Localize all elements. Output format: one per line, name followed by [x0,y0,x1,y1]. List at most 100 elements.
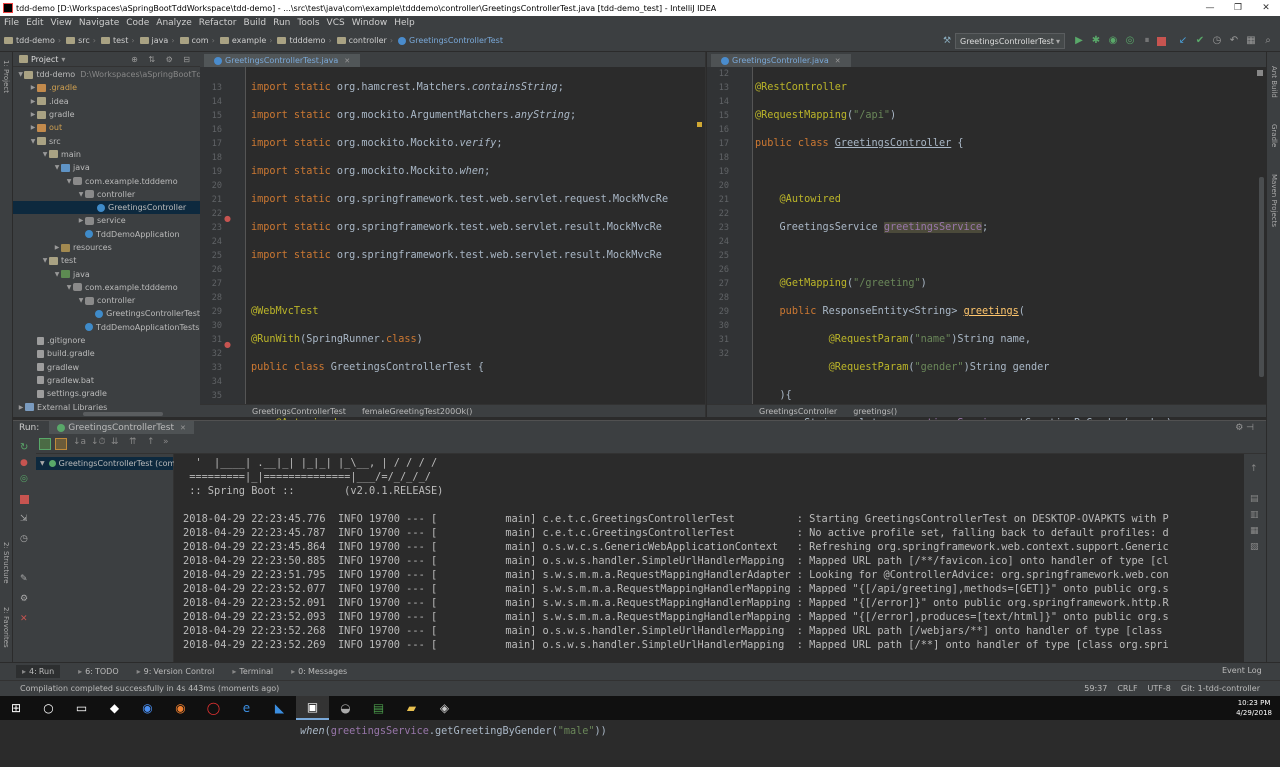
chrome-icon[interactable]: ◉ [131,696,164,720]
search-everywhere-icon[interactable]: ⌕ [1262,35,1274,47]
menu-item-file[interactable]: File [4,18,19,28]
project-tool-tab[interactable]: 1: Project [2,60,10,93]
tree-item-settings-gradle[interactable]: settings.gradle [13,387,200,400]
rerun-icon[interactable]: ↻ [20,442,28,453]
tree-item-gradlew-bat[interactable]: gradlew.bat [13,374,200,387]
breadcrumb-item[interactable]: java › [139,36,175,45]
line-separator[interactable]: CRLF [1117,684,1137,693]
menu-item-edit[interactable]: Edit [26,18,43,28]
cursor-position[interactable]: 59:37 [1084,684,1107,693]
sort-alpha-icon[interactable]: ↓a [73,437,86,447]
tree-item-out[interactable]: ▶ out [13,121,200,134]
git-branch[interactable]: Git: 1-tdd-controller [1181,684,1260,693]
menu-item-window[interactable]: Window [352,18,388,28]
edge-icon[interactable]: e [230,696,263,720]
menu-item-view[interactable]: View [51,18,72,28]
breadcrumb-item[interactable]: controller › [336,36,393,45]
breadcrumb-class[interactable]: GreetingsController [759,407,837,416]
notepad-icon[interactable]: ▤ [362,696,395,720]
file-explorer-icon[interactable]: ▰ [395,696,428,720]
test-result-item[interactable]: ▼ GreetingsControllerTest (com.e [36,457,183,471]
import-icon[interactable]: ◷ [20,534,28,544]
debug-icon[interactable]: ✱ [1090,35,1102,47]
maximize-button[interactable]: ❐ [1224,3,1252,13]
close-icon[interactable]: ✕ [835,57,841,65]
tree-item-tdddemoapplicationtests[interactable]: TddDemoApplicationTests [13,321,200,334]
tree-item-com-example-tdddemo[interactable]: ▼ com.example.tdddemo [13,174,200,187]
vcs-update-icon[interactable]: ↙ [1177,35,1189,47]
previous-icon[interactable]: ↑ [147,437,155,447]
tree-item--gitignore[interactable]: .gitignore [13,334,200,347]
chevron-down-icon[interactable]: ▼ [53,164,61,171]
coverage-icon[interactable]: ◉ [1107,35,1119,47]
favorites-tool-tab[interactable]: 2: Favorites [2,607,10,648]
layout-icon[interactable]: ⚙ [20,594,28,604]
tab-greetings-controller-test[interactable]: GreetingsControllerTest.java ✕ [204,54,361,67]
close-icon[interactable]: ✕ [344,57,350,65]
history-icon[interactable]: ◷ [1211,35,1223,47]
eclipse-icon[interactable]: ◒ [329,696,362,720]
app-icon[interactable]: ◈ [428,696,461,720]
close-icon[interactable]: ✕ [180,424,186,432]
pause-icon[interactable]: ⏸ [1141,35,1153,47]
chevron-down-icon[interactable]: ▼ [65,178,73,185]
chevron-down-icon[interactable]: ▼ [77,297,85,304]
show-passed-icon[interactable] [39,438,51,450]
scroll-end-icon[interactable]: ▥ [1250,510,1259,520]
settings-icon[interactable]: ⚙ ⊣ [1235,423,1254,433]
stop-icon[interactable] [1157,37,1166,46]
menu-item-navigate[interactable]: Navigate [79,18,119,28]
tree-item-tdddemoapplication[interactable]: TddDemoApplication [13,228,200,241]
toggle-auto-test-icon[interactable]: ◎ [20,474,28,484]
tool-tab-terminal[interactable]: ▸ Terminal [232,667,273,676]
menu-item-tools[interactable]: Tools [297,18,319,28]
breadcrumb-item[interactable]: GreetingsControllerTest [398,36,503,45]
soft-wrap-icon[interactable]: ▤ [1250,494,1259,504]
tree-item--idea[interactable]: ▶ .idea [13,95,200,108]
event-log-button[interactable]: Event Log [1222,666,1262,675]
menu-item-analyze[interactable]: Analyze [156,18,191,28]
run-config-select[interactable]: GreetingsControllerTest ▾ [955,33,1065,49]
chevron-down-icon[interactable]: ▼ [77,191,85,198]
tree-item-resources[interactable]: ▶ resources [13,241,200,254]
show-ignored-icon[interactable] [55,438,67,450]
rerun-failed-icon[interactable]: ● [20,458,28,468]
breadcrumb-item[interactable]: src › [66,36,96,45]
run-tab[interactable]: GreetingsControllerTest ✕ [49,420,194,435]
revert-icon[interactable]: ↶ [1228,35,1240,47]
menu-item-run[interactable]: Run [273,18,290,28]
close-icon[interactable]: ✕ [20,614,28,624]
breadcrumb-item[interactable]: test › [100,36,135,45]
breadcrumb-item[interactable]: tdddemo › [277,36,332,45]
search-icon[interactable]: ○ [32,696,65,720]
chevron-right-icon[interactable]: ▶ [17,404,25,411]
chevron-right-icon[interactable]: ▶ [29,111,37,118]
breadcrumb-item[interactable]: tdd-demo › [4,36,61,45]
tree-item--gradle[interactable]: ▶ .gradle [13,81,200,94]
clock[interactable]: 10:23 PM 4/29/2018 [1236,698,1272,718]
chevron-down-icon[interactable]: ▼ [29,138,37,145]
tab-greetings-controller[interactable]: GreetingsController.java ✕ [711,54,851,67]
tree-item-controller[interactable]: ▼ controller [13,188,200,201]
collapse-all-icon[interactable]: ⇈ [129,437,137,447]
chevron-right-icon[interactable]: ▶ [29,124,37,131]
breadcrumb-method[interactable]: femaleGreetingTest200Ok() [362,407,472,416]
chevron-down-icon[interactable]: ▼ [65,284,73,291]
chevron-right-icon[interactable]: ▶ [29,98,37,105]
vscode-icon[interactable]: ◣ [263,696,296,720]
breadcrumb-class[interactable]: GreetingsControllerTest [252,407,346,416]
console-output[interactable]: ' |____| .__|_| |_|_| |_\__, | / / / / =… [174,454,1244,662]
more-icon[interactable]: » [163,437,169,447]
tree-item-controller[interactable]: ▼ controller [13,294,200,307]
breadcrumb-item[interactable]: example › [219,36,272,45]
expand-all-icon[interactable]: ⇊ [111,437,119,447]
gradle-tool-tab[interactable]: Gradle [1270,124,1278,147]
task-view-icon[interactable]: ▭ [65,696,98,720]
menu-item-build[interactable]: Build [244,18,267,28]
tree-item-service[interactable]: ▶ service [13,214,200,227]
tree-item-tdd-demo[interactable]: ▼ tdd-demo D:\Workspaces\aSpringBootTddT [13,68,200,81]
tree-item-build-gradle[interactable]: build.gradle [13,347,200,360]
tree-item-src[interactable]: ▼ src [13,134,200,147]
ant-build-tool-tab[interactable]: Ant Build [1270,66,1278,98]
export-icon[interactable]: ⇲ [20,514,28,524]
